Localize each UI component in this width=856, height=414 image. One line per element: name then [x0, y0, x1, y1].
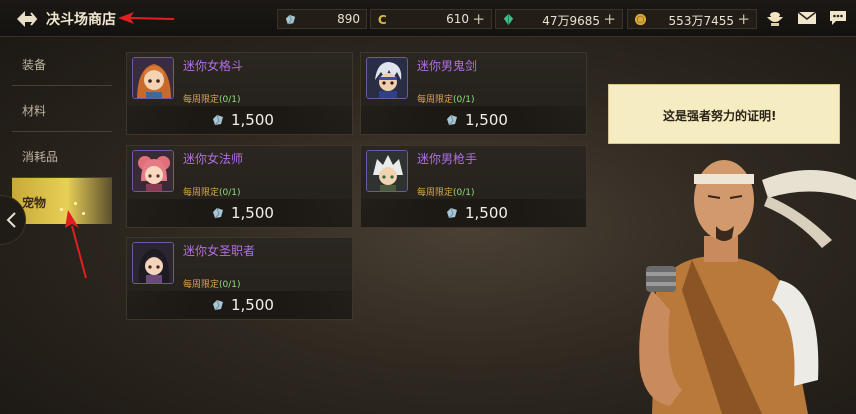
crystal-icon — [213, 207, 223, 219]
chat-icon[interactable] — [828, 9, 848, 27]
green-gem-icon — [503, 13, 514, 26]
resource-gold: 553万7455 + — [627, 9, 757, 29]
sidebar-item-label: 装备 — [22, 58, 47, 72]
purchase-limit: 每周限定(0/1) — [183, 277, 241, 290]
limit-label: 每周限定 — [183, 188, 220, 198]
limit-label: 每周限定 — [417, 95, 454, 105]
limit-label: 每周限定 — [183, 95, 220, 105]
price-bar: 1,500 — [361, 106, 586, 134]
pet-avatar-female-mage — [132, 150, 174, 192]
gold-coin-icon — [634, 13, 647, 26]
shop-item-card[interactable]: 迷你女圣职者 每周限定(0/1) 1,500 — [126, 237, 353, 320]
shop-item-card[interactable]: 迷你女格斗 每周限定(0/1) 1,500 — [126, 52, 353, 135]
mail-icon[interactable] — [797, 9, 817, 27]
purchase-limit: 每周限定(0/1) — [417, 185, 475, 198]
item-name: 迷你女法师 — [183, 152, 244, 166]
crystal-icon — [213, 114, 223, 126]
limit-count: (0/1) — [219, 280, 241, 290]
coin-c-icon: C — [378, 13, 387, 26]
sparkle-icon — [74, 202, 77, 205]
resource-value: 610 — [446, 12, 469, 26]
purchase-limit: 每周限定(0/1) — [183, 92, 241, 105]
item-name: 迷你男鬼剑 — [417, 59, 478, 73]
add-resource-button[interactable]: + — [603, 10, 616, 28]
limit-count: (0/1) — [219, 95, 241, 105]
purchase-limit: 每周限定(0/1) — [417, 92, 475, 105]
limit-count: (0/1) — [219, 188, 241, 198]
back-arrow-icon — [17, 11, 38, 27]
pet-avatar-female-fighter — [132, 57, 174, 99]
crystal-icon — [285, 14, 296, 25]
price-bar: 1,500 — [127, 291, 352, 319]
pet-avatar-male-gunner — [366, 150, 408, 192]
purchase-limit: 每周限定(0/1) — [183, 185, 241, 198]
shop-item-card[interactable]: 迷你男鬼剑 每周限定(0/1) 1,500 — [360, 52, 587, 135]
chevron-left-icon — [6, 212, 16, 228]
svg-text:C: C — [378, 13, 387, 26]
sidebar-item-label: 消耗品 — [22, 150, 59, 164]
pet-avatar-female-priest — [132, 242, 174, 284]
resource-value: 47万9685 — [542, 14, 600, 28]
pet-avatar-male-slayer — [366, 57, 408, 99]
price-bar: 1,500 — [127, 106, 352, 134]
limit-count: (0/1) — [453, 95, 475, 105]
add-resource-button[interactable]: + — [472, 10, 485, 28]
item-name: 迷你男枪手 — [417, 152, 478, 166]
crystal-icon — [447, 114, 457, 126]
sidebar-item-materials[interactable]: 材料 — [12, 86, 112, 132]
item-price: 1,500 — [465, 204, 508, 222]
npc-monk-character — [639, 160, 856, 414]
resource-value: 553万7455 — [668, 14, 734, 28]
sidebar-item-consumables[interactable]: 消耗品 — [12, 132, 112, 178]
add-resource-button[interactable]: + — [737, 10, 750, 28]
sidebar-item-label: 宠物 — [22, 196, 47, 210]
shop-item-card[interactable]: 迷你女法师 每周限定(0/1) 1,500 — [126, 145, 353, 228]
shop-item-card[interactable]: 迷你男枪手 每周限定(0/1) 1,500 — [360, 145, 587, 228]
limit-label: 每周限定 — [417, 188, 454, 198]
item-price: 1,500 — [231, 296, 274, 314]
item-price: 1,500 — [231, 111, 274, 129]
resource-value: 890 — [337, 12, 360, 26]
price-bar: 1,500 — [127, 199, 352, 227]
crystal-icon — [447, 207, 457, 219]
item-price: 1,500 — [231, 204, 274, 222]
item-price: 1,500 — [465, 111, 508, 129]
item-name: 迷你女格斗 — [183, 59, 244, 73]
annotation-arrow-icon — [118, 12, 175, 24]
resource-crystal: 890 — [277, 9, 367, 29]
annotation-arrow-icon — [65, 210, 87, 279]
price-bar: 1,500 — [361, 199, 586, 227]
limit-label: 每周限定 — [183, 280, 220, 290]
resource-green-gem: 47万9685 + — [495, 9, 623, 29]
npc-speech-text: 这是强者努力的证明! — [663, 109, 777, 123]
sidebar-item-equipment[interactable]: 装备 — [12, 40, 112, 86]
sidebar-item-label: 材料 — [22, 104, 47, 118]
back-button[interactable] — [14, 9, 38, 29]
limit-count: (0/1) — [453, 188, 475, 198]
crystal-icon — [213, 299, 223, 311]
item-name: 迷你女圣职者 — [183, 244, 256, 258]
treasure-bowl-icon[interactable] — [765, 9, 785, 27]
resource-coin-c: C 610 + — [370, 9, 492, 29]
page-title: 决斗场商店 — [46, 12, 116, 28]
npc-speech-bubble: 这是强者努力的证明! — [608, 84, 840, 144]
